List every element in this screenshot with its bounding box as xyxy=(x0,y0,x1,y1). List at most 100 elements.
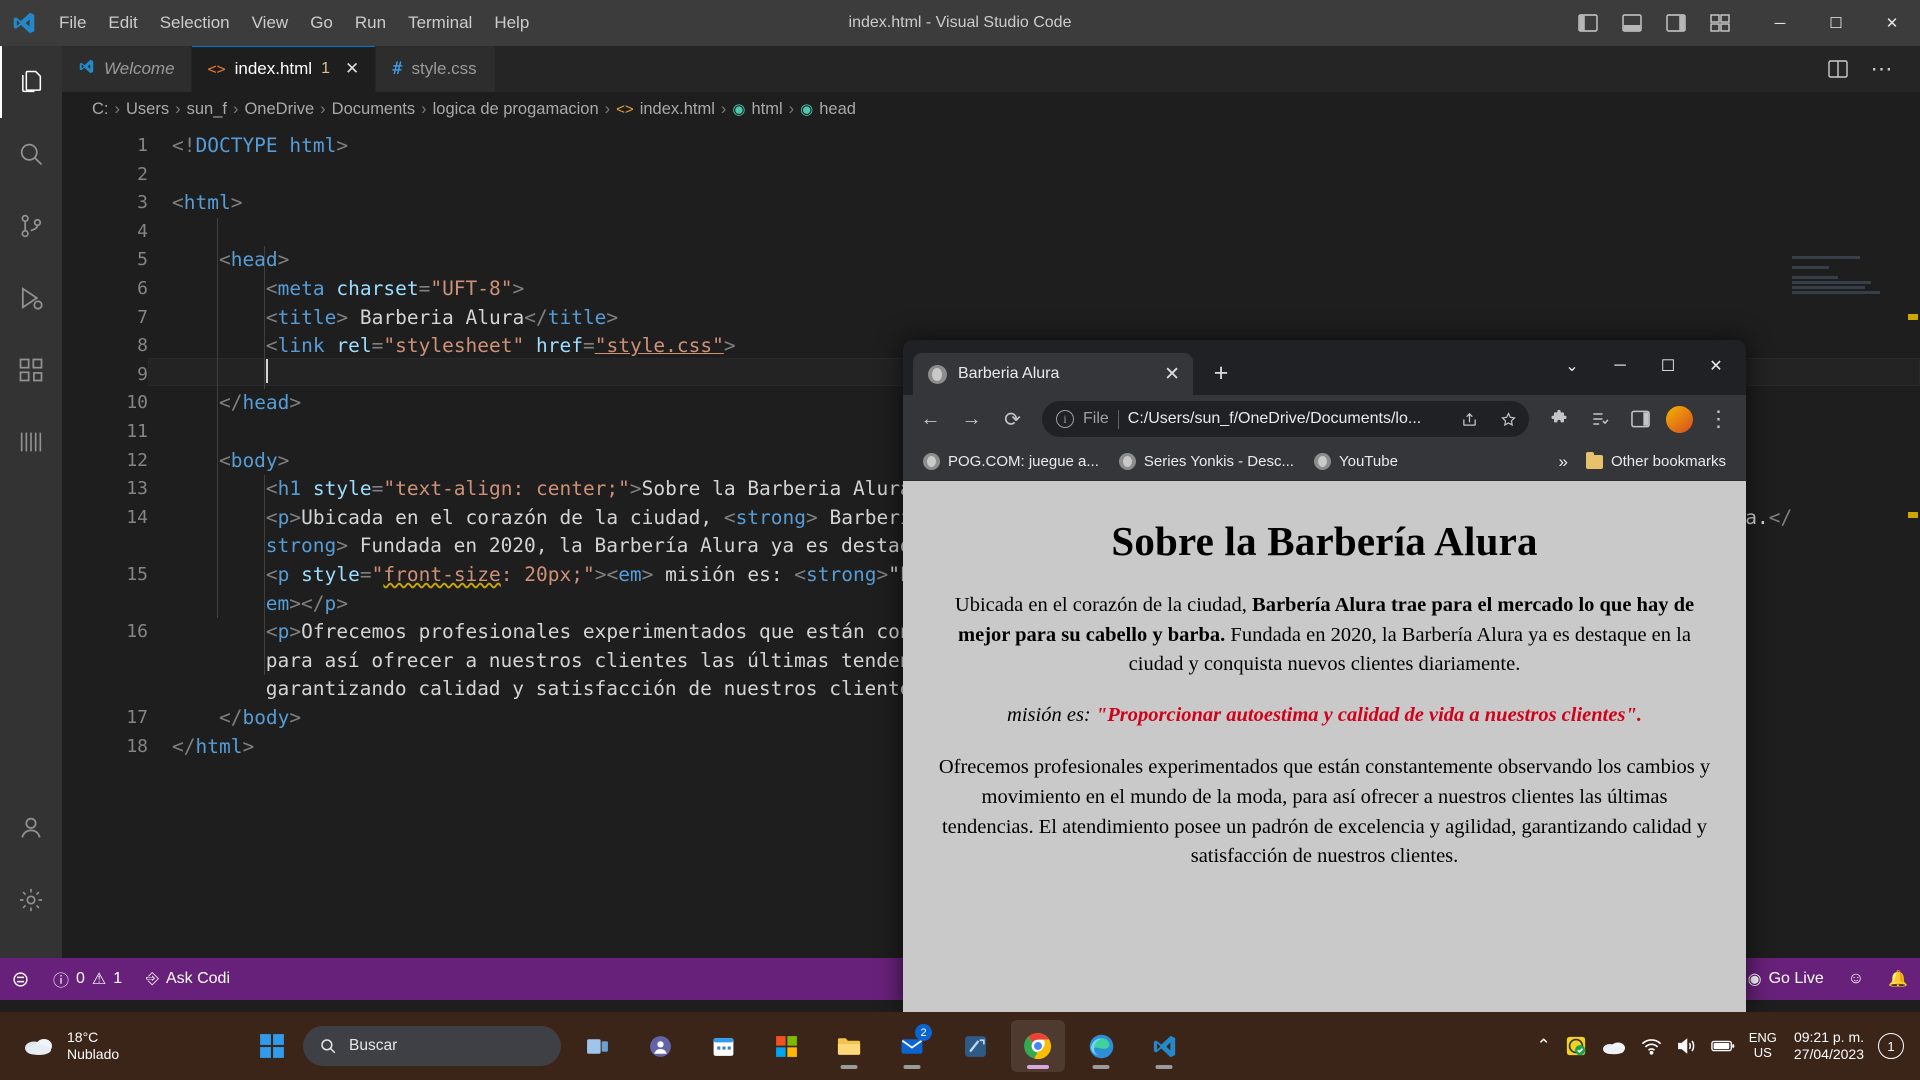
taskbar-app-microsoft-store[interactable] xyxy=(759,1020,813,1072)
start-button[interactable] xyxy=(250,1024,294,1068)
activity-explorer-icon[interactable] xyxy=(0,46,62,118)
activity-account-icon[interactable] xyxy=(0,792,62,864)
activity-settings-gear-icon[interactable] xyxy=(0,864,62,936)
breadcrumb-onedrive[interactable]: OneDrive xyxy=(244,100,314,119)
chrome-tab-close-icon[interactable]: ✕ xyxy=(1164,365,1180,384)
code-line[interactable]: </head> xyxy=(172,389,301,418)
info-circle-icon[interactable]: i xyxy=(1056,410,1074,428)
bookmarks-overflow-icon[interactable]: » xyxy=(1558,452,1567,472)
toggle-secondary-sidebar-icon[interactable] xyxy=(1654,0,1698,46)
onedrive-cloud-icon[interactable] xyxy=(1601,1037,1627,1055)
taskbar-app-task-view[interactable] xyxy=(570,1020,624,1072)
taskbar-app-figma[interactable] xyxy=(948,1020,1002,1072)
status-problems[interactable]: ⓘ 0 ⚠ 1 xyxy=(41,958,134,1000)
taskbar-app-file-explorer[interactable] xyxy=(822,1020,876,1072)
code-line[interactable]: <head> xyxy=(172,246,289,275)
battery-icon[interactable] xyxy=(1710,1039,1735,1053)
menu-selection[interactable]: Selection xyxy=(149,10,241,36)
chrome-maximize-button[interactable]: ☐ xyxy=(1644,344,1692,388)
language-indicator[interactable]: ENG US xyxy=(1749,1030,1777,1061)
taskbar-app-microsoft-edge[interactable] xyxy=(1074,1020,1128,1072)
menu-run[interactable]: Run xyxy=(344,10,397,36)
more-actions-icon[interactable]: ⋯ xyxy=(1862,46,1902,92)
code-line[interactable]: <link rel="stylesheet" href="style.css"> xyxy=(172,332,736,361)
breadcrumb-symbol-html[interactable]: html xyxy=(751,100,782,119)
extensions-puzzle-icon[interactable] xyxy=(1540,401,1577,438)
bookmark-pog-com[interactable]: POG.COM: juegue a... xyxy=(915,449,1107,474)
code-line[interactable]: em></p> xyxy=(266,590,348,619)
code-line[interactable]: <title> Barberia Alura</title> xyxy=(172,304,618,333)
chrome-minimize-button[interactable]: ─ xyxy=(1596,344,1644,388)
breadcrumb-sunf[interactable]: sun_f xyxy=(187,100,227,119)
notification-center-button[interactable]: 1 xyxy=(1878,1033,1904,1059)
taskbar-app-google-chrome[interactable] xyxy=(1011,1020,1065,1072)
speaker-icon[interactable] xyxy=(1676,1037,1697,1055)
taskbar-weather-widget[interactable]: 18°C Nublado xyxy=(0,1029,250,1064)
taskbar-search-box[interactable]: Buscar xyxy=(303,1026,561,1066)
chrome-tab-barberia-alura[interactable]: Barberia Alura ✕ xyxy=(913,353,1193,395)
activity-run-debug-icon[interactable] xyxy=(0,262,62,334)
tab-welcome[interactable]: Welcome xyxy=(62,46,192,92)
taskbar-app-teams[interactable] xyxy=(633,1020,687,1072)
breadcrumb-folder[interactable]: logica de progamacion xyxy=(433,100,599,119)
activity-source-control-icon[interactable] xyxy=(0,190,62,262)
editor-scrollbar[interactable] xyxy=(1906,252,1920,916)
other-bookmarks-folder[interactable]: Other bookmarks xyxy=(1578,449,1734,474)
wifi-icon[interactable] xyxy=(1641,1038,1662,1055)
menu-terminal[interactable]: Terminal xyxy=(397,10,483,36)
breadcrumb-drive[interactable]: C: xyxy=(92,100,109,119)
taskbar-clock[interactable]: 09:21 p. m. 27/04/2023 xyxy=(1791,1029,1864,1064)
code-line[interactable]: garantizando calidad y satisfacción de n… xyxy=(266,675,982,704)
window-close-button[interactable]: ✕ xyxy=(1864,0,1920,46)
status-remote-icon[interactable] xyxy=(0,958,41,1000)
status-feedback-icon[interactable]: ☺ xyxy=(1836,958,1876,1000)
tab-index-html[interactable]: <> index.html 1 ✕ xyxy=(191,46,377,92)
chrome-close-button[interactable]: ✕ xyxy=(1692,344,1740,388)
menu-file[interactable]: File xyxy=(48,10,97,36)
forward-icon[interactable]: → xyxy=(953,401,990,438)
back-icon[interactable]: ← xyxy=(912,401,949,438)
split-editor-icon[interactable] xyxy=(1818,46,1858,92)
menu-view[interactable]: View xyxy=(241,10,300,36)
toggle-primary-sidebar-icon[interactable] xyxy=(1566,0,1610,46)
chrome-new-tab-button[interactable]: + xyxy=(1202,354,1240,392)
omnibox-url[interactable]: C:/Users/sun_f/OneDrive/Documents/lo... xyxy=(1128,410,1445,428)
breadcrumb-users[interactable]: Users xyxy=(126,100,169,119)
breadcrumb-documents[interactable]: Documents xyxy=(332,100,415,119)
code-line[interactable]: <body> xyxy=(172,447,289,476)
tab-style-css[interactable]: # style.css xyxy=(376,46,497,92)
code-line[interactable]: <html> xyxy=(172,189,242,218)
tab-close-icon[interactable]: ✕ xyxy=(345,59,359,79)
taskbar-app-visual-studio-code[interactable] xyxy=(1137,1020,1191,1072)
breadcrumb-symbol-head[interactable]: head xyxy=(819,100,856,119)
taskbar-app-calendar[interactable] xyxy=(696,1020,750,1072)
code-line[interactable]: <h1 style="text-align: center;">Sobre la… xyxy=(172,475,971,504)
status-notifications-bell-icon[interactable]: 🔔 xyxy=(1876,958,1920,1000)
bookmark-youtube[interactable]: YouTube xyxy=(1306,449,1406,474)
tray-overflow-chevron-icon[interactable]: ⌃ xyxy=(1537,1036,1551,1056)
bookmark-series-yonkis[interactable]: Series Yonkis - Desc... xyxy=(1111,449,1302,474)
code-line[interactable]: <!DOCTYPE html> xyxy=(172,132,348,161)
menu-go[interactable]: Go xyxy=(299,10,344,36)
chrome-tab-search-icon[interactable]: ⌄ xyxy=(1548,344,1596,388)
window-maximize-button[interactable]: ☐ xyxy=(1808,0,1864,46)
menu-edit[interactable]: Edit xyxy=(97,10,148,36)
status-go-live[interactable]: ◉ Go Live xyxy=(1736,958,1836,1000)
three-dot-menu-icon[interactable]: ⋮ xyxy=(1700,401,1737,438)
toggle-panel-icon[interactable] xyxy=(1610,0,1654,46)
security-check-icon[interactable] xyxy=(1565,1035,1587,1057)
reading-list-icon[interactable] xyxy=(1581,401,1618,438)
status-ask-codi[interactable]: ⎆ Ask Codi xyxy=(134,958,242,1000)
bookmark-star-icon[interactable] xyxy=(1493,404,1523,434)
minimap[interactable] xyxy=(1792,256,1902,326)
breadcrumb-file[interactable]: index.html xyxy=(640,100,715,119)
reload-icon[interactable]: ⟳ xyxy=(994,401,1031,438)
address-bar[interactable]: i File C:/Users/sun_f/OneDrive/Documents… xyxy=(1042,401,1529,437)
activity-extensions-icon[interactable] xyxy=(0,334,62,406)
customize-layout-icon[interactable] xyxy=(1698,0,1742,46)
window-minimize-button[interactable]: ─ xyxy=(1752,0,1808,46)
menu-help[interactable]: Help xyxy=(483,10,540,36)
code-line[interactable]: </body> xyxy=(172,704,301,733)
activity-search-icon[interactable] xyxy=(0,118,62,190)
activity-database-icon[interactable] xyxy=(0,406,62,478)
